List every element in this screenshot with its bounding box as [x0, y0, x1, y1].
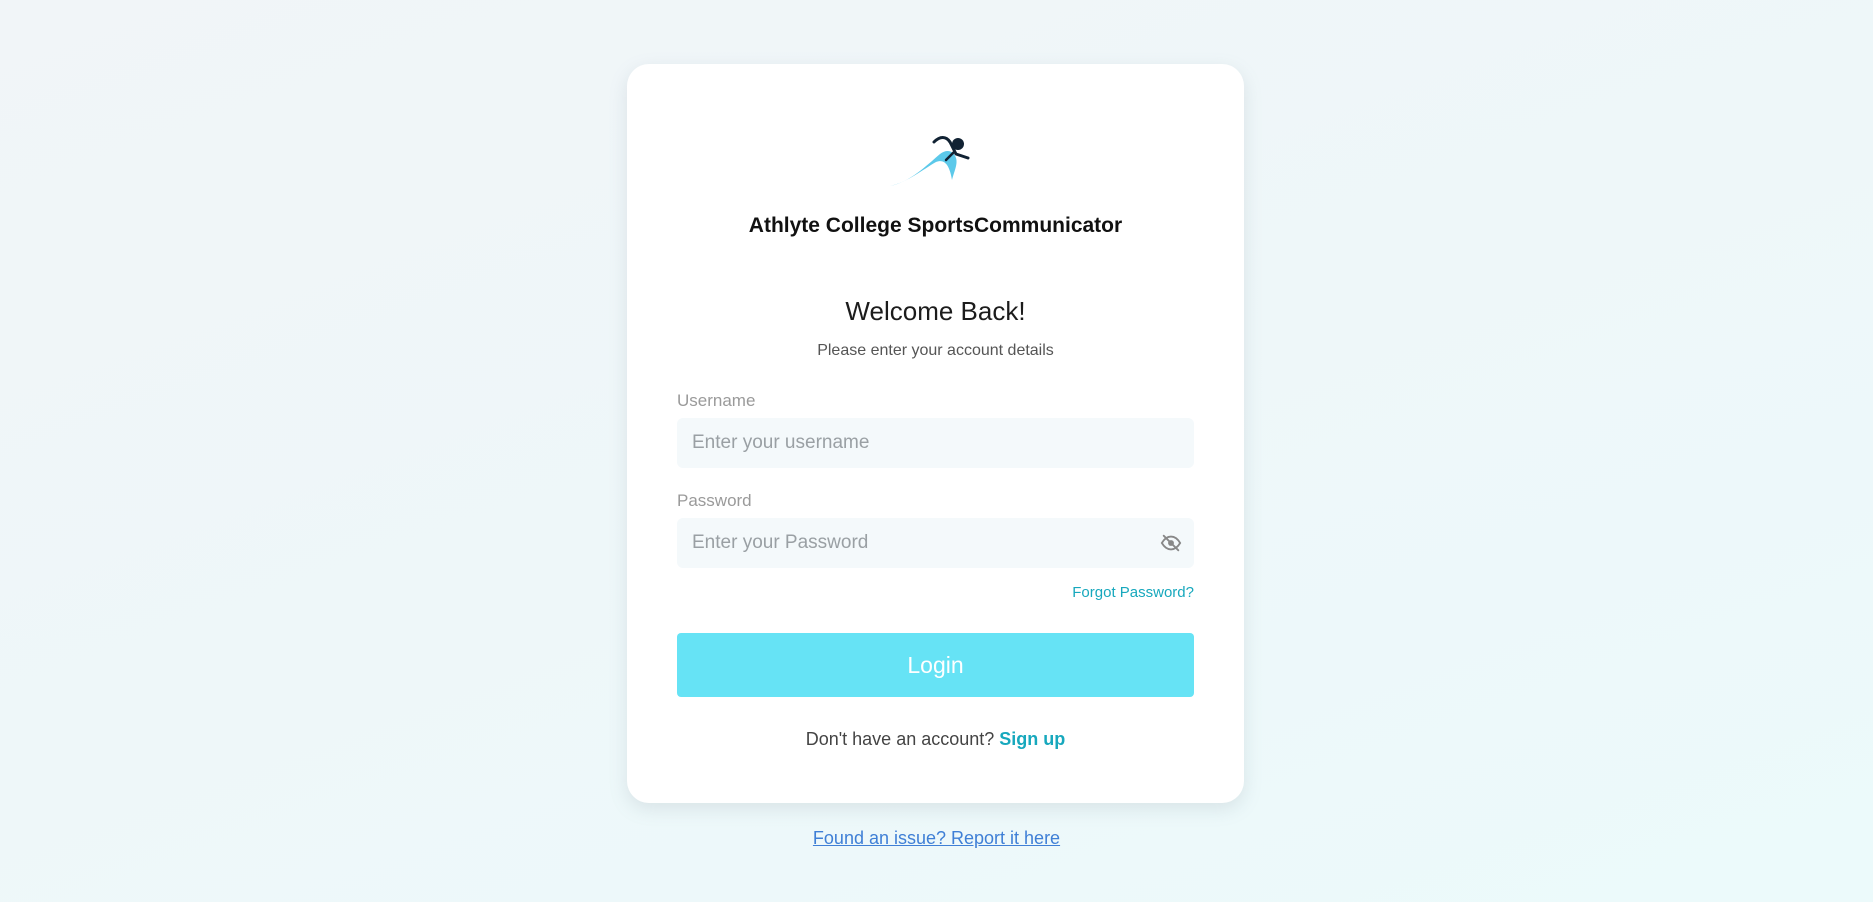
password-input[interactable] [677, 518, 1194, 568]
username-input[interactable] [677, 418, 1194, 468]
username-field-box [677, 418, 1194, 468]
forgot-password-link[interactable]: Forgot Password? [1072, 584, 1194, 601]
signup-prompt: Don't have an account? [805, 729, 1000, 749]
password-label: Password [677, 491, 752, 510]
password-field-box [677, 518, 1194, 568]
signup-row: Don't have an account? Sign up [627, 729, 1244, 750]
page-subtitle: Please enter your account details [817, 342, 1054, 359]
login-page: Athlyte College SportsCommunicator Welco… [0, 0, 1873, 902]
app-name: Athlyte College SportsCommunicator [748, 214, 1123, 237]
report-issue-link[interactable]: Found an issue? Report it here [0, 828, 1873, 849]
eye-off-icon[interactable] [1160, 532, 1182, 554]
signup-link[interactable]: Sign up [999, 729, 1065, 749]
runner-logo-icon [890, 136, 970, 186]
username-label: Username [677, 391, 756, 410]
page-title: Welcome Back! [845, 296, 1026, 326]
login-button[interactable]: Login [677, 633, 1194, 697]
login-card: Athlyte College SportsCommunicator Welco… [627, 64, 1244, 803]
